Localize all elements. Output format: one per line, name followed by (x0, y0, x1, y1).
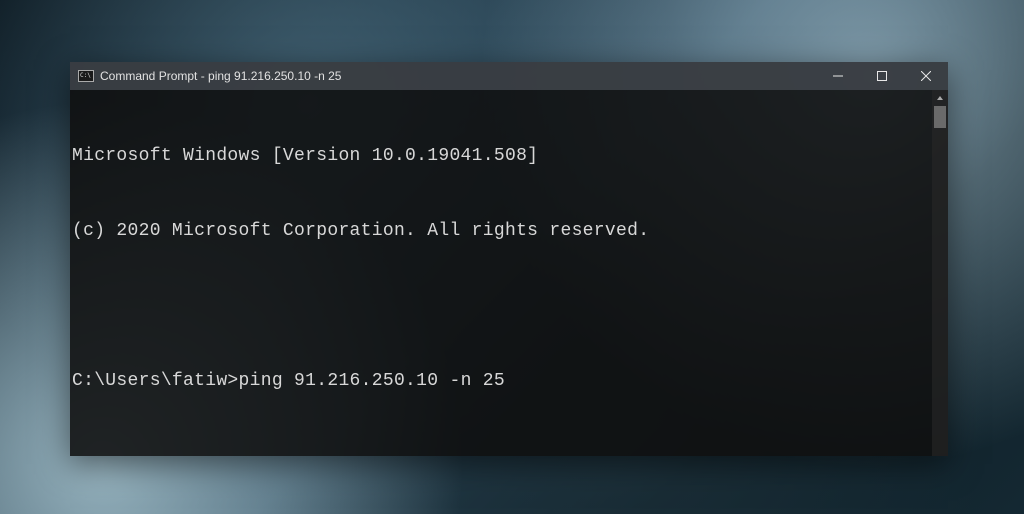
scroll-up-button[interactable] (932, 90, 948, 106)
scroll-up-icon (936, 94, 944, 102)
desktop-wallpaper: Command Prompt - ping 91.216.250.10 -n 2… (0, 0, 1024, 514)
blank-line (70, 294, 948, 319)
close-button[interactable] (904, 62, 948, 90)
maximize-button[interactable] (860, 62, 904, 90)
minimize-button[interactable] (816, 62, 860, 90)
version-line: Microsoft Windows [Version 10.0.19041.50… (70, 144, 948, 169)
prompt-command: ping 91.216.250.10 -n 25 (239, 371, 505, 391)
cmd-icon (78, 70, 94, 82)
vertical-scrollbar[interactable] (932, 90, 948, 456)
titlebar[interactable]: Command Prompt - ping 91.216.250.10 -n 2… (70, 62, 948, 90)
blank-line (70, 444, 948, 456)
command-prompt-window: Command Prompt - ping 91.216.250.10 -n 2… (70, 62, 948, 456)
minimize-icon (833, 71, 843, 81)
terminal-output-area[interactable]: Microsoft Windows [Version 10.0.19041.50… (70, 90, 948, 456)
maximize-icon (877, 71, 887, 81)
close-icon (921, 71, 931, 81)
prompt-path: C:\Users\fatiw> (72, 371, 239, 391)
prompt-line: C:\Users\fatiw>ping 91.216.250.10 -n 25 (70, 369, 948, 394)
window-controls (816, 62, 948, 90)
copyright-line: (c) 2020 Microsoft Corporation. All righ… (70, 219, 948, 244)
window-title: Command Prompt - ping 91.216.250.10 -n 2… (100, 69, 341, 83)
scroll-thumb[interactable] (934, 106, 946, 128)
